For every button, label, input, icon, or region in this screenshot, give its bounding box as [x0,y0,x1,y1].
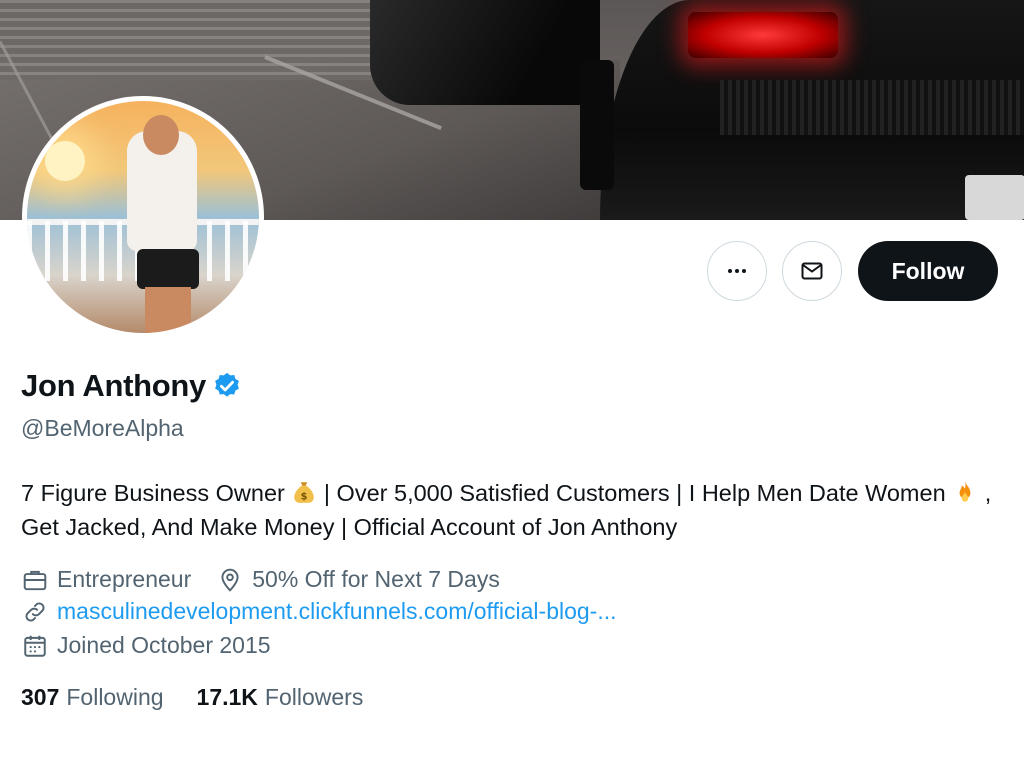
money-bag-emoji-icon: $ [294,482,315,503]
display-name: Jon Anthony [21,368,206,403]
fire-emoji-icon [959,481,971,502]
location-item: 50% Off for Next 7 Days [217,566,500,593]
calendar-icon [24,635,46,657]
location-pin-icon [221,568,239,592]
bio-text-2: | Over 5,000 Satisfied Customers | I Hel… [323,480,946,506]
banner-stripes [0,0,380,80]
profile-stats: 307 Following 17.1K Followers [21,684,396,711]
avatar-head [143,115,179,155]
followers-link[interactable]: 17.1K Followers [197,684,364,711]
profile-category: Entrepreneur [57,566,192,592]
banner-license-plate [965,175,1024,220]
profile-website-link[interactable]: masculinedevelopment.clickfunnels.com/of… [57,598,617,625]
profile-joined-row: Joined October 2015 [22,632,271,659]
banner-taillight [688,12,838,58]
name-row: Jon Anthony [21,368,242,404]
more-horizontal-icon [728,269,746,273]
message-button[interactable] [782,241,842,301]
link-icon [25,601,45,622]
briefcase-icon [23,570,47,590]
banner-grille [720,80,1024,135]
verified-badge-icon [215,372,239,397]
follow-button[interactable]: Follow [858,241,998,301]
avatar-sun [45,141,85,181]
bio: 7 Figure Business Owner $ | Over 5,000 S… [21,476,1001,544]
svg-text:$: $ [301,492,308,503]
handle: @BeMoreAlpha [21,415,184,441]
avatar-photo [27,101,259,333]
avatar[interactable] [22,96,264,338]
avatar-shorts [137,249,199,289]
profile-joined-date: Joined October 2015 [57,632,271,658]
bio-text-1: 7 Figure Business Owner [21,480,285,506]
profile-location: 50% Off for Next 7 Days [252,566,500,592]
following-count: 307 [21,684,60,710]
profile-meta-row: Entrepreneur 50% Off for Next 7 Days [22,566,500,593]
profile-website-row: masculinedevelopment.clickfunnels.com/of… [22,598,617,625]
avatar-legs [145,287,191,333]
banner-car-door [370,0,600,105]
following-label: Following [66,684,164,710]
followers-count: 17.1K [196,684,258,710]
more-button[interactable] [707,241,767,301]
envelope-icon [801,262,823,280]
followers-label: Followers [264,684,364,710]
following-link[interactable]: 307 Following [21,684,164,711]
banner-person-leg [580,60,614,190]
